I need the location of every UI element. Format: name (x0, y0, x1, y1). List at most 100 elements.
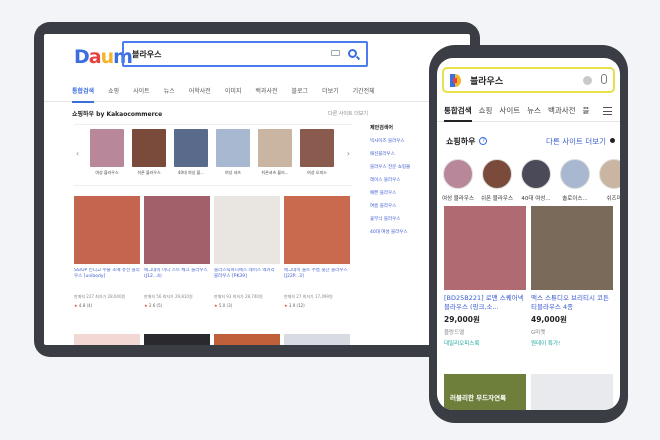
mobile-category[interactable]: 여성 블라우스 (440, 159, 476, 202)
product-image (74, 196, 140, 264)
tab-shopping[interactable]: 쇼핑 (108, 86, 119, 95)
tablet-tab-bar: 통합검색 쇼핑 사이트 뉴스 어학사전 이미지 백과사전 블로그 더보기 기간전… (44, 80, 470, 103)
tab-shopping[interactable]: 쇼핑 (479, 105, 493, 116)
mobile-search-value: 블라우스 (470, 76, 504, 87)
banner-caption: 러블리한 무드자연룩 (450, 394, 507, 402)
tab-encyclopedia[interactable]: 백과사전 (548, 105, 576, 116)
category-chip[interactable]: 여성 오피스 (300, 129, 334, 176)
product-price: 29,000원 (444, 315, 480, 324)
chevron-left-icon[interactable]: ‹ (76, 149, 79, 158)
category-label: 쉬폰 블라우스 (480, 196, 514, 202)
product-image[interactable] (74, 334, 140, 345)
tab-blog[interactable]: 블로그 (292, 86, 309, 95)
category-label: 쉬즈미 (606, 196, 620, 202)
product-meta: 판매처 227 최저가 28,040원 (74, 294, 126, 299)
tab-dictionary[interactable]: 어학사전 (189, 86, 211, 95)
category-label: 여성 블라우스 (95, 170, 119, 175)
tab-more[interactable]: 더보기 (322, 86, 339, 95)
tablet-device: Daum 블라우스 통합검색 쇼핑 사이트 뉴스 어학사전 이미지 백과사전 블… (34, 22, 480, 357)
product-price: 49,000원 (531, 315, 567, 324)
category-image (443, 159, 473, 189)
product-image[interactable] (214, 334, 280, 345)
mobile-product-card[interactable]: [BD25B221] 로맨 스퀘어넥 블라우스 (핑크,소... 29,000원… (444, 206, 526, 347)
category-image (560, 159, 590, 189)
filter-menu-icon[interactable] (603, 107, 612, 118)
tablet-header: Daum 블라우스 (44, 34, 470, 80)
product-title[interactable]: 에그데이 울트 주름 뒷단 블라우스 [J22P...3] (284, 268, 350, 286)
tab-period[interactable]: 기간전체 (353, 86, 375, 95)
category-chip[interactable]: 40대 여성 블... (174, 129, 208, 176)
mobile-category[interactable]: 쉬즈미 (596, 159, 620, 202)
category-label: 40대 여성... (521, 196, 551, 202)
product-rating: ★ 4.8 (4) (74, 303, 93, 308)
product-meta: 판매처 93 최저가 28,740원 (214, 294, 263, 299)
tab-news[interactable]: 뉴스 (164, 86, 175, 95)
product-title[interactable]: 맥스 스튜디오 브리티시 코튼 티블라우스 4종 (531, 294, 613, 312)
tab-site[interactable]: 사이트 (133, 86, 150, 95)
search-icon[interactable] (348, 49, 357, 58)
category-image (174, 129, 208, 167)
tab-encyclopedia[interactable]: 백과사전 (255, 86, 277, 95)
product-card[interactable]: 플라스틱파니에스 레이스 넥카라 블라우스 [PK39] 판매처 93 최저가 … (214, 196, 280, 308)
product-rating: ★ 2.6 (5) (144, 303, 163, 308)
category-chip[interactable]: 여성 블라우스 (90, 129, 124, 176)
product-image (144, 196, 210, 264)
product-title[interactable]: SS/UP 인디고 수술 소매 퓨전 블라우스 [unibody] (74, 268, 140, 286)
product-image (214, 196, 280, 264)
mobile-category[interactable]: 솔로이스... (557, 159, 593, 202)
daum-d-icon (450, 74, 461, 87)
more-dot-icon[interactable] (610, 138, 615, 143)
tab-site[interactable]: 사이트 (499, 105, 520, 116)
mobile-search-input[interactable]: 블라우스 (442, 67, 615, 93)
category-image (132, 129, 166, 167)
category-image (482, 159, 512, 189)
product-card[interactable]: 에그데이 울트 주름 뒷단 블라우스 [J22P...3] 판매처 27 최저가… (284, 196, 350, 308)
category-chip[interactable]: 쉬폰셔츠 블라... (258, 129, 292, 176)
category-label: 여성 오피스 (307, 170, 327, 175)
category-image (599, 159, 620, 189)
phone-device: 블라우스 통합검색 쇼핑 사이트 뉴스 백과사전 블 쇼핑하우 ? 다른 사이트… (429, 45, 628, 423)
product-shop: G마켓 (531, 330, 546, 336)
mobile-category[interactable]: 40대 여성... (518, 159, 554, 202)
tab-integrated[interactable]: 통합검색 (72, 86, 95, 103)
shopping-more-link[interactable]: 다른 사이트 더보기 (328, 110, 368, 117)
tab-integrated[interactable]: 통합검색 (444, 105, 472, 122)
product-image[interactable] (144, 334, 210, 345)
chevron-right-icon[interactable]: › (347, 149, 350, 158)
tab-news[interactable]: 뉴스 (527, 105, 541, 116)
mobile-category[interactable]: 쉬폰 블라우스 (479, 159, 515, 202)
product-title[interactable]: 에그데이 미니 스트 체크 블라우스 (J12...4) (144, 268, 210, 286)
mic-icon[interactable] (601, 74, 607, 84)
product-card[interactable]: SS/UP 인디고 수술 소매 퓨전 블라우스 [unibody] 판매처 22… (74, 196, 140, 308)
help-icon[interactable]: ? (479, 137, 488, 145)
search-input-value: 블라우스 (132, 49, 162, 59)
shopping-section-header: 쇼핑하우 by Kakaocommerce 다른 사이트 더보기 (44, 102, 470, 124)
product-image[interactable] (284, 334, 350, 345)
category-label: 여성 블라우스 (441, 196, 475, 202)
keyboard-icon[interactable] (331, 50, 340, 56)
mobile-product-card[interactable]: 맥스 스튜디오 브리티시 코튼 티블라우스 4종 49,000원 G마켓 원데이… (531, 206, 613, 347)
product-card[interactable]: 에그데이 미니 스트 체크 블라우스 (J12...4) 판매처 56 최저가 … (144, 196, 210, 308)
category-chip[interactable]: 쉬폰 블라우스 (132, 129, 166, 176)
category-image (90, 129, 124, 167)
product-rating: ★ 3.9 (12) (284, 303, 305, 308)
category-image (258, 129, 292, 167)
mobile-shopping-header: 쇼핑하우 ? 다른 사이트 더보기 (437, 130, 620, 152)
product-badge: 원데이 특가! (531, 341, 561, 347)
tab-image[interactable]: 이미지 (225, 86, 242, 95)
clear-icon[interactable] (583, 76, 592, 85)
product-title[interactable]: [BD25B221] 로맨 스퀘어넥 블라우스 (핑크,소... (444, 294, 526, 312)
mobile-shopping-title: 쇼핑하우 (446, 136, 476, 146)
category-label: 쉬폰셔츠 블라... (261, 170, 289, 175)
tab-blog[interactable]: 블 (583, 105, 590, 116)
shopping-section-title: 쇼핑하우 by Kakaocommerce (72, 110, 163, 118)
product-image (444, 206, 526, 290)
category-chip[interactable]: 여성 셔츠 (216, 129, 250, 176)
category-image (521, 159, 551, 189)
search-input[interactable]: 블라우스 (122, 41, 368, 67)
category-image (216, 129, 250, 167)
mobile-more-link[interactable]: 다른 사이트 더보기 (546, 136, 606, 147)
product-title[interactable]: 플라스틱파니에스 레이스 넥카라 블라우스 [PK39] (214, 268, 280, 286)
category-label: 솔로이스... (562, 196, 588, 202)
product-image[interactable] (531, 374, 613, 410)
